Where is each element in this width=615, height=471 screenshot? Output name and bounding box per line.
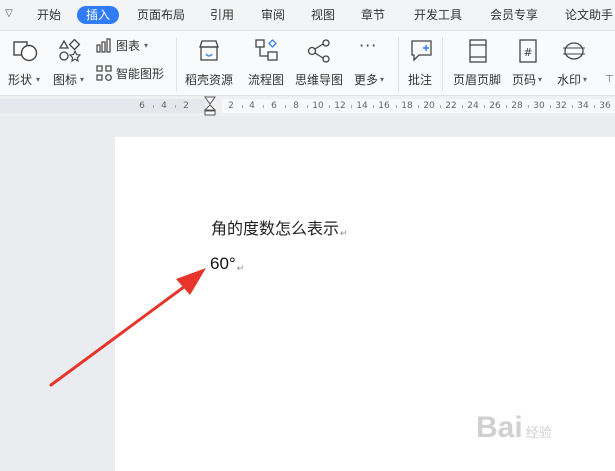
red-arrow-annotation xyxy=(49,268,206,387)
watermark-suffix: 经验 xyxy=(525,425,552,440)
watermark-brand: Bai xyxy=(476,411,523,444)
baidu-watermark-logo: Bai 经验 xyxy=(476,411,552,445)
